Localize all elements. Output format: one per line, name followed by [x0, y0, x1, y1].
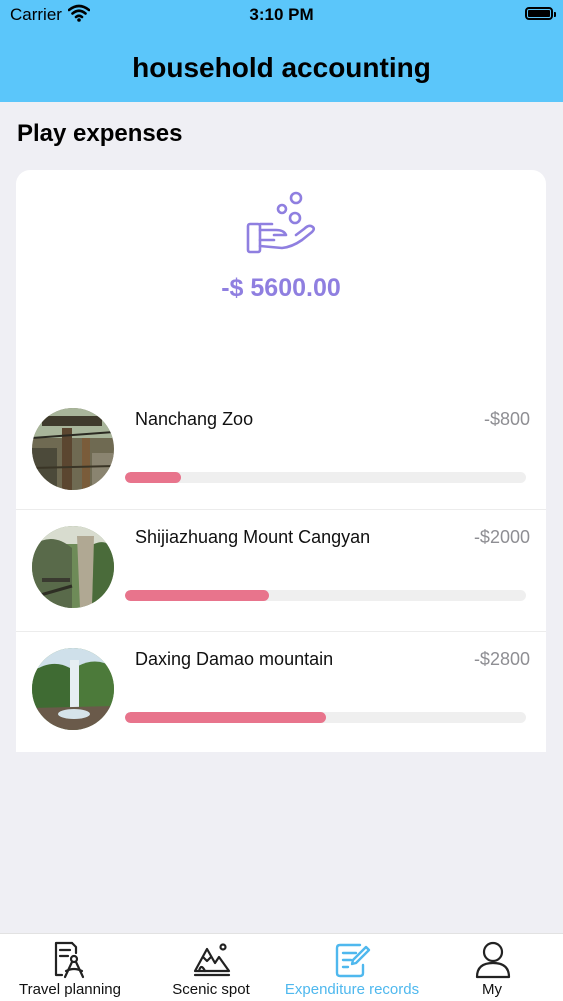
item-name: Shijiazhuang Mount Cangyan — [135, 527, 371, 547]
tab-bar: Travel planning Scenic spot Expenditure … — [0, 933, 563, 1001]
progress-fill — [125, 712, 326, 723]
clock: 3:10 PM — [249, 5, 314, 24]
expenses-card: -$ 5600.00 Nanchang Zoo -$800 Shijiazhua… — [16, 170, 546, 752]
tab-label: Expenditure records — [284, 981, 420, 998]
status-bar: Carrier 3:10 PM — [0, 0, 563, 30]
zoo-photo — [32, 408, 114, 490]
damao-mountain-photo — [32, 648, 114, 730]
tab-my[interactable]: My — [422, 934, 562, 1001]
progress-bar — [125, 712, 526, 723]
battery-icon — [525, 7, 556, 20]
travel-planning-icon — [54, 941, 85, 979]
section-title: Play expenses — [17, 120, 183, 147]
tab-label: My — [482, 981, 502, 998]
progress-bar — [125, 590, 526, 601]
mountain-icon — [193, 943, 231, 977]
edit-note-icon — [335, 943, 371, 978]
progress-fill — [125, 472, 182, 483]
progress-fill — [125, 590, 270, 601]
item-name: Nanchang Zoo — [135, 409, 254, 429]
item-amount: -$2000 — [473, 527, 530, 547]
item-amount: -$2800 — [473, 649, 530, 669]
item-name: Daxing Damao mountain — [135, 649, 334, 669]
item-amount: -$800 — [483, 409, 530, 429]
tab-label: Scenic spot — [172, 981, 250, 998]
expense-item[interactable]: Nanchang Zoo -$800 — [16, 392, 546, 514]
tab-label: Travel planning — [18, 981, 121, 998]
tab-travel-planning[interactable]: Travel planning — [0, 934, 140, 1001]
tab-expenditure-records[interactable]: Expenditure records — [282, 934, 422, 1001]
page-title: household accounting — [132, 52, 431, 83]
total-amount: -$ 5600.00 — [221, 274, 341, 302]
expense-item[interactable]: Shijiazhuang Mount Cangyan -$2000 — [16, 509, 546, 632]
progress-bar — [125, 472, 526, 483]
hand-coins-icon — [244, 188, 320, 258]
tab-scenic-spot[interactable]: Scenic spot — [141, 934, 281, 1001]
user-icon — [475, 941, 511, 979]
expense-item[interactable]: Daxing Damao mountain -$2800 — [16, 631, 546, 752]
navigation-bar: household accounting — [0, 30, 563, 102]
mount-cangyan-photo — [32, 526, 114, 608]
